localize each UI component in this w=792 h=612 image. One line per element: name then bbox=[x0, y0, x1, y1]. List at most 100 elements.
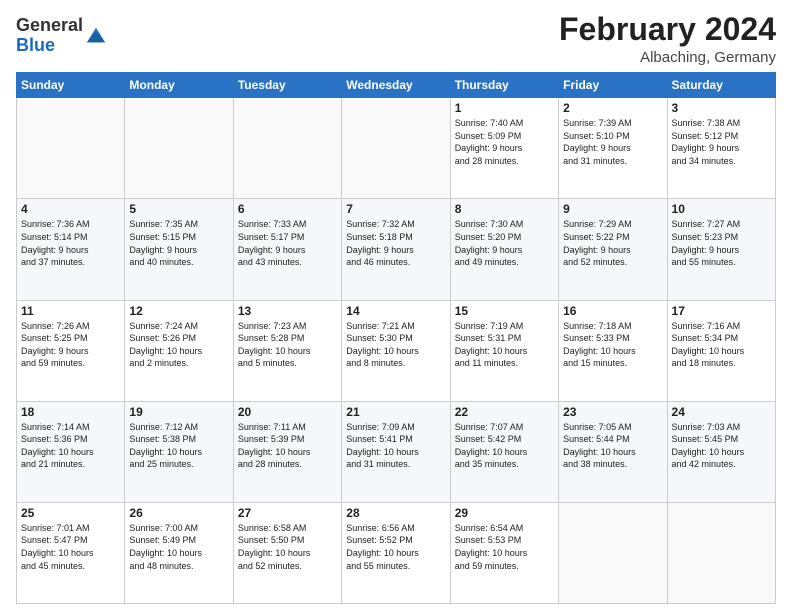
day-number: 24 bbox=[672, 405, 771, 419]
day-number: 13 bbox=[238, 304, 337, 318]
day-info: Sunrise: 7:07 AMSunset: 5:42 PMDaylight:… bbox=[455, 421, 554, 471]
calendar-cell: 3 Sunrise: 7:38 AMSunset: 5:12 PMDaylight… bbox=[667, 98, 775, 199]
calendar-week-row: 25 Sunrise: 7:01 AMSunset: 5:47 PMDayligh… bbox=[17, 502, 776, 603]
logo-blue: Blue bbox=[16, 35, 55, 55]
day-info: Sunrise: 7:23 AMSunset: 5:28 PMDaylight:… bbox=[238, 320, 337, 370]
day-info: Sunrise: 7:12 AMSunset: 5:38 PMDaylight:… bbox=[129, 421, 228, 471]
calendar-cell bbox=[559, 502, 667, 603]
day-info: Sunrise: 7:27 AMSunset: 5:23 PMDaylight:… bbox=[672, 218, 771, 268]
day-number: 5 bbox=[129, 202, 228, 216]
day-number: 23 bbox=[563, 405, 662, 419]
calendar-header-tuesday: Tuesday bbox=[233, 73, 341, 98]
day-number: 7 bbox=[346, 202, 445, 216]
calendar-cell bbox=[233, 98, 341, 199]
calendar-cell bbox=[667, 502, 775, 603]
day-number: 27 bbox=[238, 506, 337, 520]
calendar-cell: 23Sunrise: 7:05 AMSunset: 5:44 PMDayligh… bbox=[559, 401, 667, 502]
day-number: 21 bbox=[346, 405, 445, 419]
calendar-cell bbox=[342, 98, 450, 199]
day-info: Sunrise: 7:19 AMSunset: 5:31 PMDaylight:… bbox=[455, 320, 554, 370]
calendar-week-row: 1Sunrise: 7:40 AMSunset: 5:09 PMDaylight… bbox=[17, 98, 776, 199]
day-number: 12 bbox=[129, 304, 228, 318]
calendar-table: SundayMondayTuesdayWednesdayThursdayFrid… bbox=[16, 72, 776, 604]
calendar-cell: 7 Sunrise: 7:32 AMSunset: 5:18 PMDaylight… bbox=[342, 199, 450, 300]
calendar-cell: 10 Sunrise: 7:27 AMSunset: 5:23 PMDayligh… bbox=[667, 199, 775, 300]
day-info: Sunrise: 7:29 AMSunset: 5:22 PMDaylight:… bbox=[563, 218, 662, 268]
calendar-header-friday: Friday bbox=[559, 73, 667, 98]
day-info: Sunrise: 7:33 AMSunset: 5:17 PMDaylight:… bbox=[238, 218, 337, 268]
page: General Blue February 2024 Albaching, Ge… bbox=[0, 0, 792, 612]
calendar-cell: 16 Sunrise: 7:18 AMSunset: 5:33 PMDayligh… bbox=[559, 300, 667, 401]
day-number: 29 bbox=[455, 506, 554, 520]
day-info: Sunrise: 7:39 AMSunset: 5:10 PMDaylight:… bbox=[563, 117, 662, 167]
day-info: Sunrise: 7:16 AMSunset: 5:34 PMDaylight:… bbox=[672, 320, 771, 370]
day-number: 18 bbox=[21, 405, 120, 419]
day-number: 22 bbox=[455, 405, 554, 419]
day-info: Sunrise: 6:54 AMSunset: 5:53 PMDaylight:… bbox=[455, 522, 554, 572]
day-number: 6 bbox=[238, 202, 337, 216]
calendar-cell: 13 Sunrise: 7:23 AMSunset: 5:28 PMDayligh… bbox=[233, 300, 341, 401]
calendar-cell: 18Sunrise: 7:14 AMSunset: 5:36 PMDayligh… bbox=[17, 401, 125, 502]
calendar-cell bbox=[125, 98, 233, 199]
month-title: February 2024 bbox=[559, 12, 776, 47]
day-number: 16 bbox=[563, 304, 662, 318]
calendar-header-thursday: Thursday bbox=[450, 73, 558, 98]
day-number: 26 bbox=[129, 506, 228, 520]
day-info: Sunrise: 7:21 AMSunset: 5:30 PMDaylight:… bbox=[346, 320, 445, 370]
day-info: Sunrise: 7:32 AMSunset: 5:18 PMDaylight:… bbox=[346, 218, 445, 268]
calendar-cell: 14 Sunrise: 7:21 AMSunset: 5:30 PMDayligh… bbox=[342, 300, 450, 401]
day-info: Sunrise: 7:01 AMSunset: 5:47 PMDaylight:… bbox=[21, 522, 120, 572]
location: Albaching, Germany bbox=[559, 49, 776, 66]
calendar-cell: 11Sunrise: 7:26 AMSunset: 5:25 PMDayligh… bbox=[17, 300, 125, 401]
calendar-cell: 20Sunrise: 7:11 AMSunset: 5:39 PMDayligh… bbox=[233, 401, 341, 502]
title-block: February 2024 Albaching, Germany bbox=[559, 12, 776, 66]
day-number: 11 bbox=[21, 304, 120, 318]
header: General Blue February 2024 Albaching, Ge… bbox=[16, 12, 776, 66]
day-info: Sunrise: 7:11 AMSunset: 5:39 PMDaylight:… bbox=[238, 421, 337, 471]
calendar-cell: 26 Sunrise: 7:00 AMSunset: 5:49 PMDayligh… bbox=[125, 502, 233, 603]
calendar-header-sunday: Sunday bbox=[17, 73, 125, 98]
calendar-header-row: SundayMondayTuesdayWednesdayThursdayFrid… bbox=[17, 73, 776, 98]
logo: General Blue bbox=[16, 16, 107, 56]
day-number: 14 bbox=[346, 304, 445, 318]
calendar-cell bbox=[17, 98, 125, 199]
day-info: Sunrise: 7:24 AMSunset: 5:26 PMDaylight:… bbox=[129, 320, 228, 370]
calendar-cell: 12 Sunrise: 7:24 AMSunset: 5:26 PMDayligh… bbox=[125, 300, 233, 401]
calendar-cell: 5 Sunrise: 7:35 AMSunset: 5:15 PMDaylight… bbox=[125, 199, 233, 300]
day-info: Sunrise: 7:40 AMSunset: 5:09 PMDaylight:… bbox=[455, 117, 554, 167]
calendar-header-wednesday: Wednesday bbox=[342, 73, 450, 98]
calendar-cell: 2 Sunrise: 7:39 AMSunset: 5:10 PMDaylight… bbox=[559, 98, 667, 199]
day-number: 2 bbox=[563, 101, 662, 115]
calendar-cell: 8 Sunrise: 7:30 AMSunset: 5:20 PMDaylight… bbox=[450, 199, 558, 300]
day-number: 4 bbox=[21, 202, 120, 216]
day-info: Sunrise: 7:38 AMSunset: 5:12 PMDaylight:… bbox=[672, 117, 771, 167]
calendar-week-row: 18Sunrise: 7:14 AMSunset: 5:36 PMDayligh… bbox=[17, 401, 776, 502]
day-info: Sunrise: 7:18 AMSunset: 5:33 PMDaylight:… bbox=[563, 320, 662, 370]
day-info: Sunrise: 7:09 AMSunset: 5:41 PMDaylight:… bbox=[346, 421, 445, 471]
calendar-cell: 6 Sunrise: 7:33 AMSunset: 5:17 PMDaylight… bbox=[233, 199, 341, 300]
day-info: Sunrise: 7:30 AMSunset: 5:20 PMDaylight:… bbox=[455, 218, 554, 268]
calendar-week-row: 4 Sunrise: 7:36 AMSunset: 5:14 PMDaylight… bbox=[17, 199, 776, 300]
calendar-cell: 19 Sunrise: 7:12 AMSunset: 5:38 PMDayligh… bbox=[125, 401, 233, 502]
day-number: 25 bbox=[21, 506, 120, 520]
day-number: 3 bbox=[672, 101, 771, 115]
calendar-cell: 24 Sunrise: 7:03 AMSunset: 5:45 PMDayligh… bbox=[667, 401, 775, 502]
day-info: Sunrise: 7:00 AMSunset: 5:49 PMDaylight:… bbox=[129, 522, 228, 572]
logo-icon bbox=[85, 24, 107, 46]
calendar-cell: 27Sunrise: 6:58 AMSunset: 5:50 PMDayligh… bbox=[233, 502, 341, 603]
calendar-header-saturday: Saturday bbox=[667, 73, 775, 98]
day-number: 17 bbox=[672, 304, 771, 318]
calendar-cell: 25 Sunrise: 7:01 AMSunset: 5:47 PMDayligh… bbox=[17, 502, 125, 603]
day-number: 10 bbox=[672, 202, 771, 216]
day-number: 8 bbox=[455, 202, 554, 216]
day-info: Sunrise: 7:03 AMSunset: 5:45 PMDaylight:… bbox=[672, 421, 771, 471]
day-info: Sunrise: 7:36 AMSunset: 5:14 PMDaylight:… bbox=[21, 218, 120, 268]
day-number: 15 bbox=[455, 304, 554, 318]
day-info: Sunrise: 7:35 AMSunset: 5:15 PMDaylight:… bbox=[129, 218, 228, 268]
calendar-cell: 21 Sunrise: 7:09 AMSunset: 5:41 PMDayligh… bbox=[342, 401, 450, 502]
day-number: 19 bbox=[129, 405, 228, 419]
calendar-cell: 22 Sunrise: 7:07 AMSunset: 5:42 PMDayligh… bbox=[450, 401, 558, 502]
calendar-cell: 1Sunrise: 7:40 AMSunset: 5:09 PMDaylight… bbox=[450, 98, 558, 199]
calendar-cell: 29 Sunrise: 6:54 AMSunset: 5:53 PMDayligh… bbox=[450, 502, 558, 603]
day-info: Sunrise: 6:56 AMSunset: 5:52 PMDaylight:… bbox=[346, 522, 445, 572]
